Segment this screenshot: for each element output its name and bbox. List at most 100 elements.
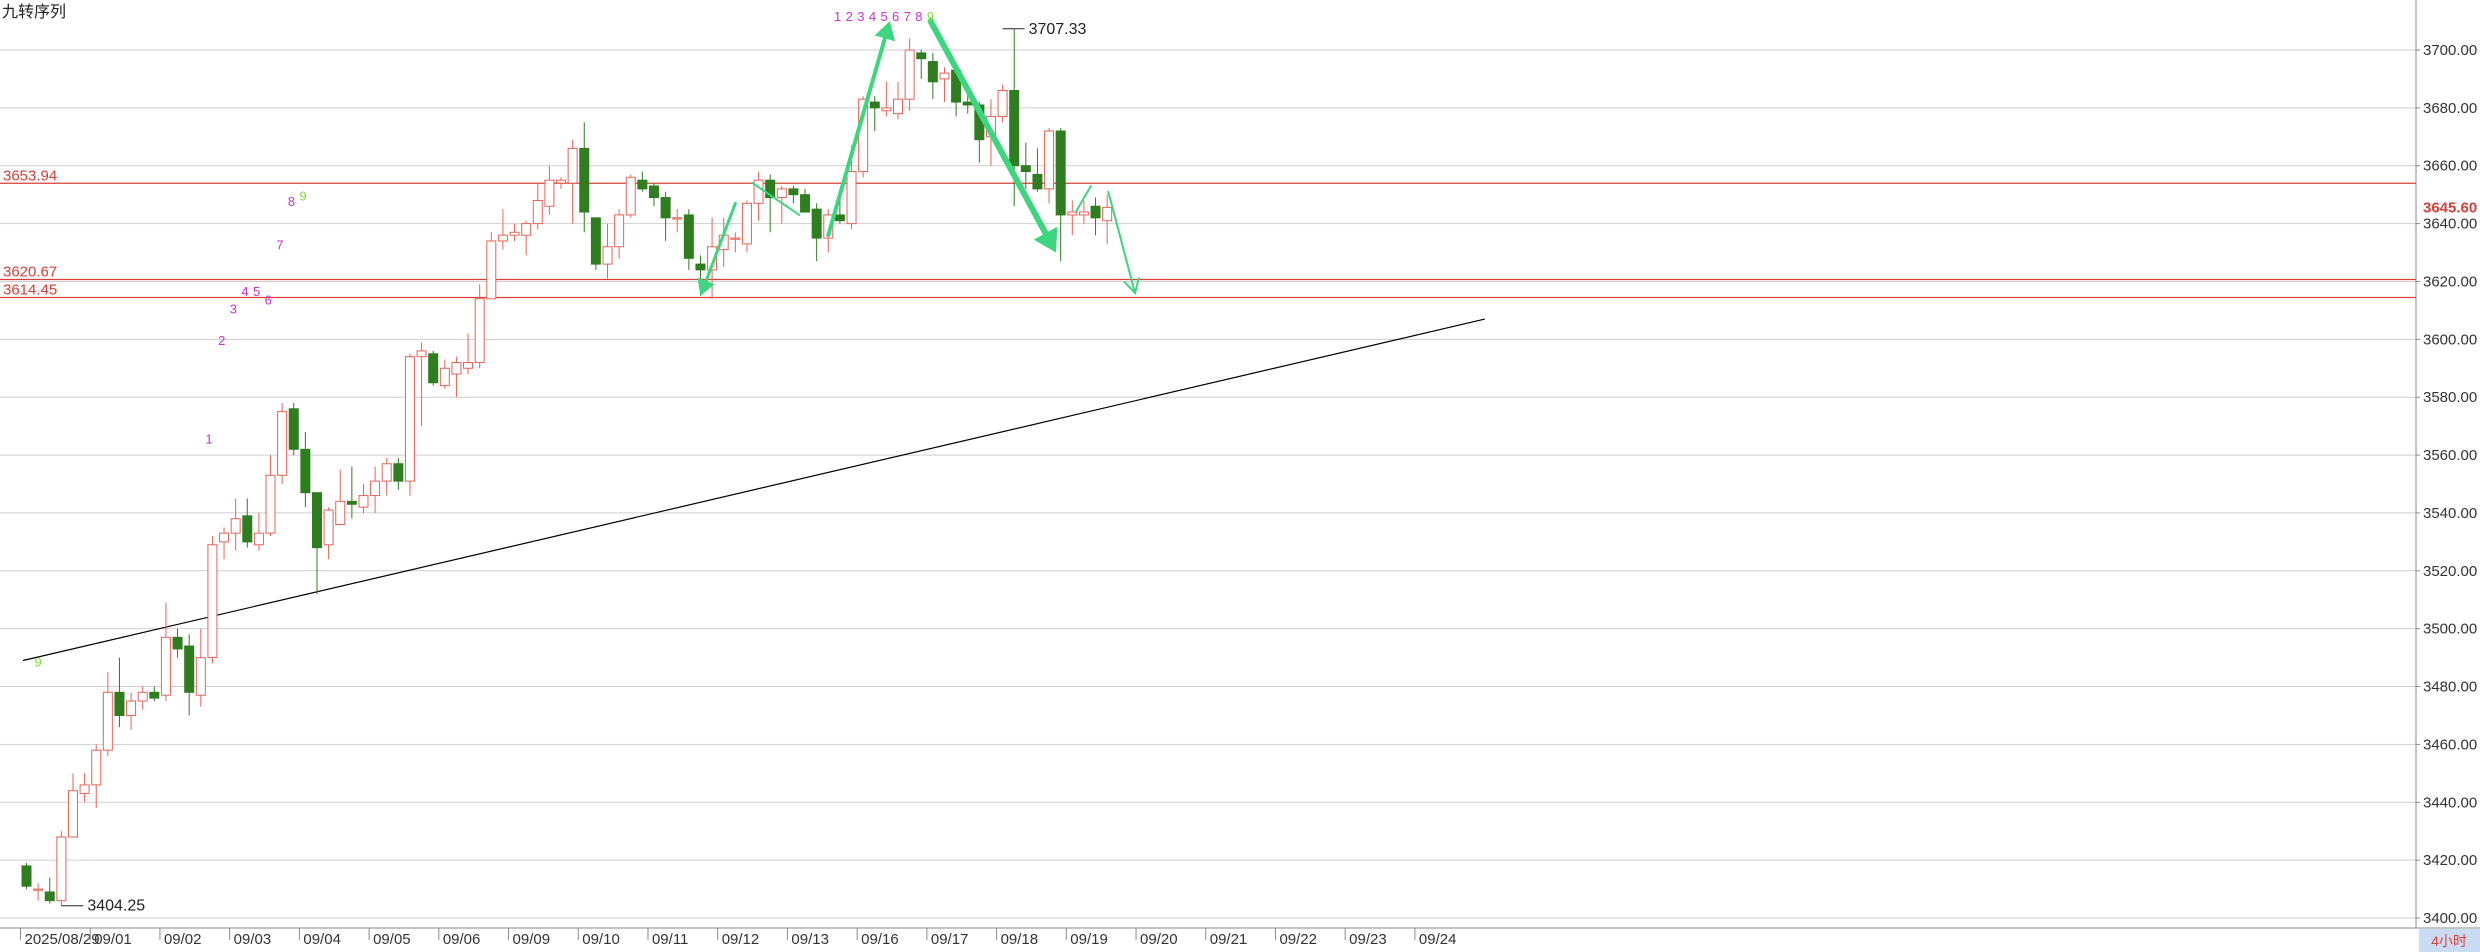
candle-body [904,49,915,100]
high-price-label: 3707.33 [1029,21,1087,38]
arrow-shaft[interactable] [1074,184,1092,214]
candle-down [637,171,648,192]
y-tick-label: 3440.00 [2423,794,2477,811]
x-tick-label: 09/22 [1279,931,1317,948]
candle-up [521,220,532,256]
candle-body [1102,206,1113,222]
candle-down [927,52,938,100]
candle-body [544,179,555,207]
candle-body [1078,211,1089,216]
candle-body [1044,130,1055,190]
candle-down [300,431,311,508]
candle-up [91,744,102,809]
arrow-shaft[interactable] [1107,190,1137,295]
candle-series [21,28,1113,906]
candle-up [67,773,78,838]
candle-down [428,350,439,386]
y-tick-label: 3600.00 [2423,331,2477,348]
candle-down [184,634,195,716]
candle-body [997,90,1008,118]
td-count-nine: 9 [35,654,42,669]
x-tick-label: 09/11 [652,931,688,948]
candle-up [253,512,264,551]
candle-up [79,773,90,803]
candle-up [997,84,1008,123]
x-tick-label: 09/21 [1210,931,1248,948]
candle-down [800,188,811,213]
arrow[interactable] [927,18,1058,253]
trend-line-layer[interactable] [22,318,1485,662]
y-tick-label: 3420.00 [2423,852,2477,869]
y-tick-label: 3620.00 [2423,273,2477,290]
arrow-head[interactable] [874,21,896,42]
candle-up [672,209,683,233]
arrow[interactable] [1074,184,1092,214]
td-count: 3 [230,301,237,316]
candle-body [532,199,543,225]
candle-down [1020,142,1031,189]
candle-up [614,209,625,259]
arrow-shaft[interactable] [703,201,737,286]
candle-body [393,463,404,482]
candle-up [126,692,137,730]
x-tick-label: 09/02 [164,931,202,948]
candle-body [521,223,532,236]
candle-body [207,544,218,659]
arrow[interactable] [697,201,737,296]
candle-up [265,455,276,537]
candle-body [370,480,381,497]
arrow-annotations[interactable] [697,18,1140,296]
candle-body [800,194,811,213]
candle-body [1055,130,1066,216]
price-level-label: 3620.67 [3,264,57,281]
candle-body [834,214,845,222]
arrow-shaft[interactable] [927,18,1051,241]
period-badge-label[interactable]: 4小时 [2431,933,2467,949]
td-count: 2 [218,333,225,348]
candle-body [939,72,950,80]
y-tick-label: 3500.00 [2423,621,2477,638]
x-tick-label: 09/12 [722,931,760,948]
candle-body [439,367,450,387]
arrow[interactable] [1107,190,1140,296]
candle-up [358,484,369,513]
candlestick-chart[interactable]: 3653.943620.673614.45 91234 5678 91 2 3 4 5 6 7 8… [0,0,2480,952]
candle-body [416,350,427,358]
arrow-shaft[interactable] [826,32,888,238]
candle-down [1055,128,1066,262]
candle-body [695,263,706,271]
candle-body [486,240,497,300]
candle-body [265,474,276,534]
candle-body [381,463,392,482]
x-tick-label: 2025/08/29 [25,931,100,948]
candle-up [230,498,241,551]
trend-line[interactable] [22,318,1485,662]
x-axis-ticks: 2025/08/2909/01 09/02 09/03 09/04 09/05 09/06… [20,928,1456,948]
candle-up [544,165,555,215]
y-tick-label: 3540.00 [2423,505,2477,522]
candle-down [869,96,880,132]
candle-down [288,402,299,456]
candle-up [102,672,113,756]
candle-body [21,865,32,887]
candle-body [660,197,671,219]
candle-body [160,636,171,696]
candle-up [625,174,636,218]
td-count: 7 [276,238,283,253]
candle-up [1067,200,1078,236]
candle-body [776,188,787,199]
horizontal-price-levels[interactable]: 3653.94 3620.673614.45 [0,167,2416,299]
candle-down [590,217,601,270]
td-count: 8 [915,9,922,24]
candle-body [195,657,206,696]
candle-body [869,101,880,109]
x-tick-label: 09/16 [861,931,899,948]
candle-body [79,784,90,795]
candle-body [277,411,288,476]
y-tick-label: 3460.00 [2423,736,2477,753]
candle-body [602,246,613,265]
candle-body [288,408,299,450]
candle-up [335,469,346,526]
period-badge[interactable]: 4小时 [2419,929,2480,952]
candle-body [579,147,590,213]
